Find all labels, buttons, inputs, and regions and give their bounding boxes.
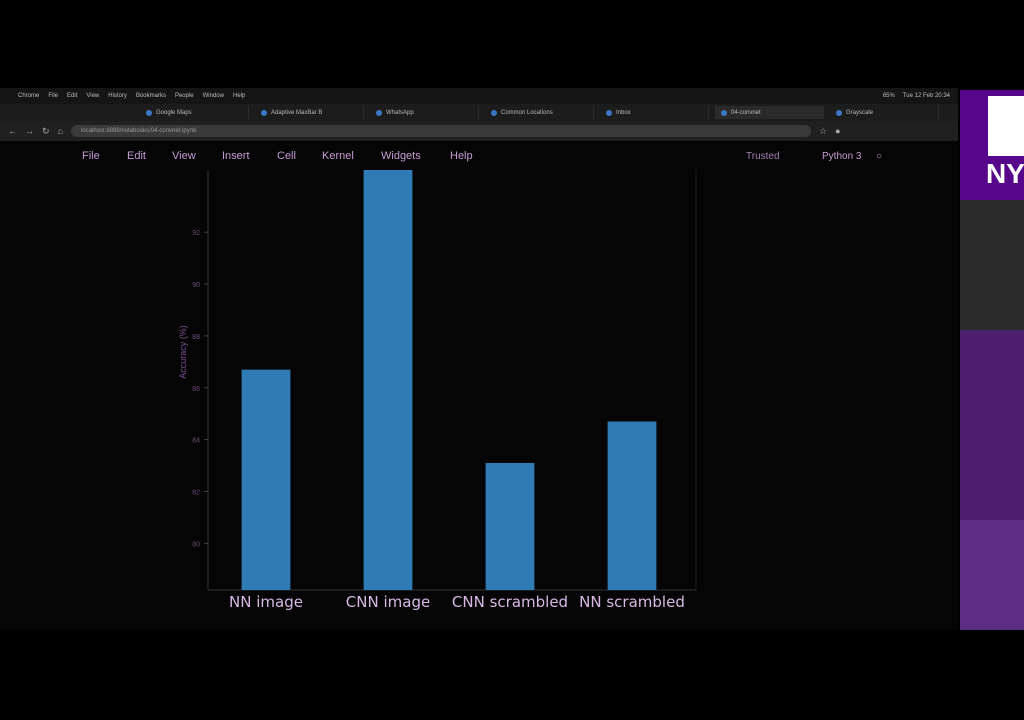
y-tick-label: 84 [192, 438, 200, 445]
y-tick-label: 92 [192, 230, 200, 237]
accuracy-bar-chart: 80 82 84 86 88 90 92 Accuracy (%) NN image CNN im… [178, 170, 697, 611]
x-tick-label: CNN image [346, 593, 430, 611]
x-tick-label: NN image [229, 593, 303, 611]
y-axis-label: Accuracy (%) [178, 325, 188, 379]
nyu-logo-text: NY [986, 158, 1024, 189]
y-tick-label: 80 [192, 541, 200, 548]
purple-band [960, 330, 1024, 520]
y-tick-label: 90 [192, 282, 200, 289]
bar [485, 462, 535, 590]
y-tick-label: 82 [192, 489, 200, 496]
x-tick-label: CNN scrambled [452, 593, 568, 611]
y-tick-label: 86 [192, 386, 200, 393]
nyu-torch-logo-icon [988, 96, 1024, 156]
bar [241, 369, 291, 590]
nyu-side-panel: NY [960, 90, 1024, 630]
webcam-photo [960, 200, 1024, 330]
y-tick-label: 88 [192, 334, 200, 341]
bar [363, 170, 413, 590]
x-tick-label: NN scrambled [579, 593, 685, 611]
bar [607, 421, 657, 590]
nyu-brand-block: NY [960, 90, 1024, 200]
